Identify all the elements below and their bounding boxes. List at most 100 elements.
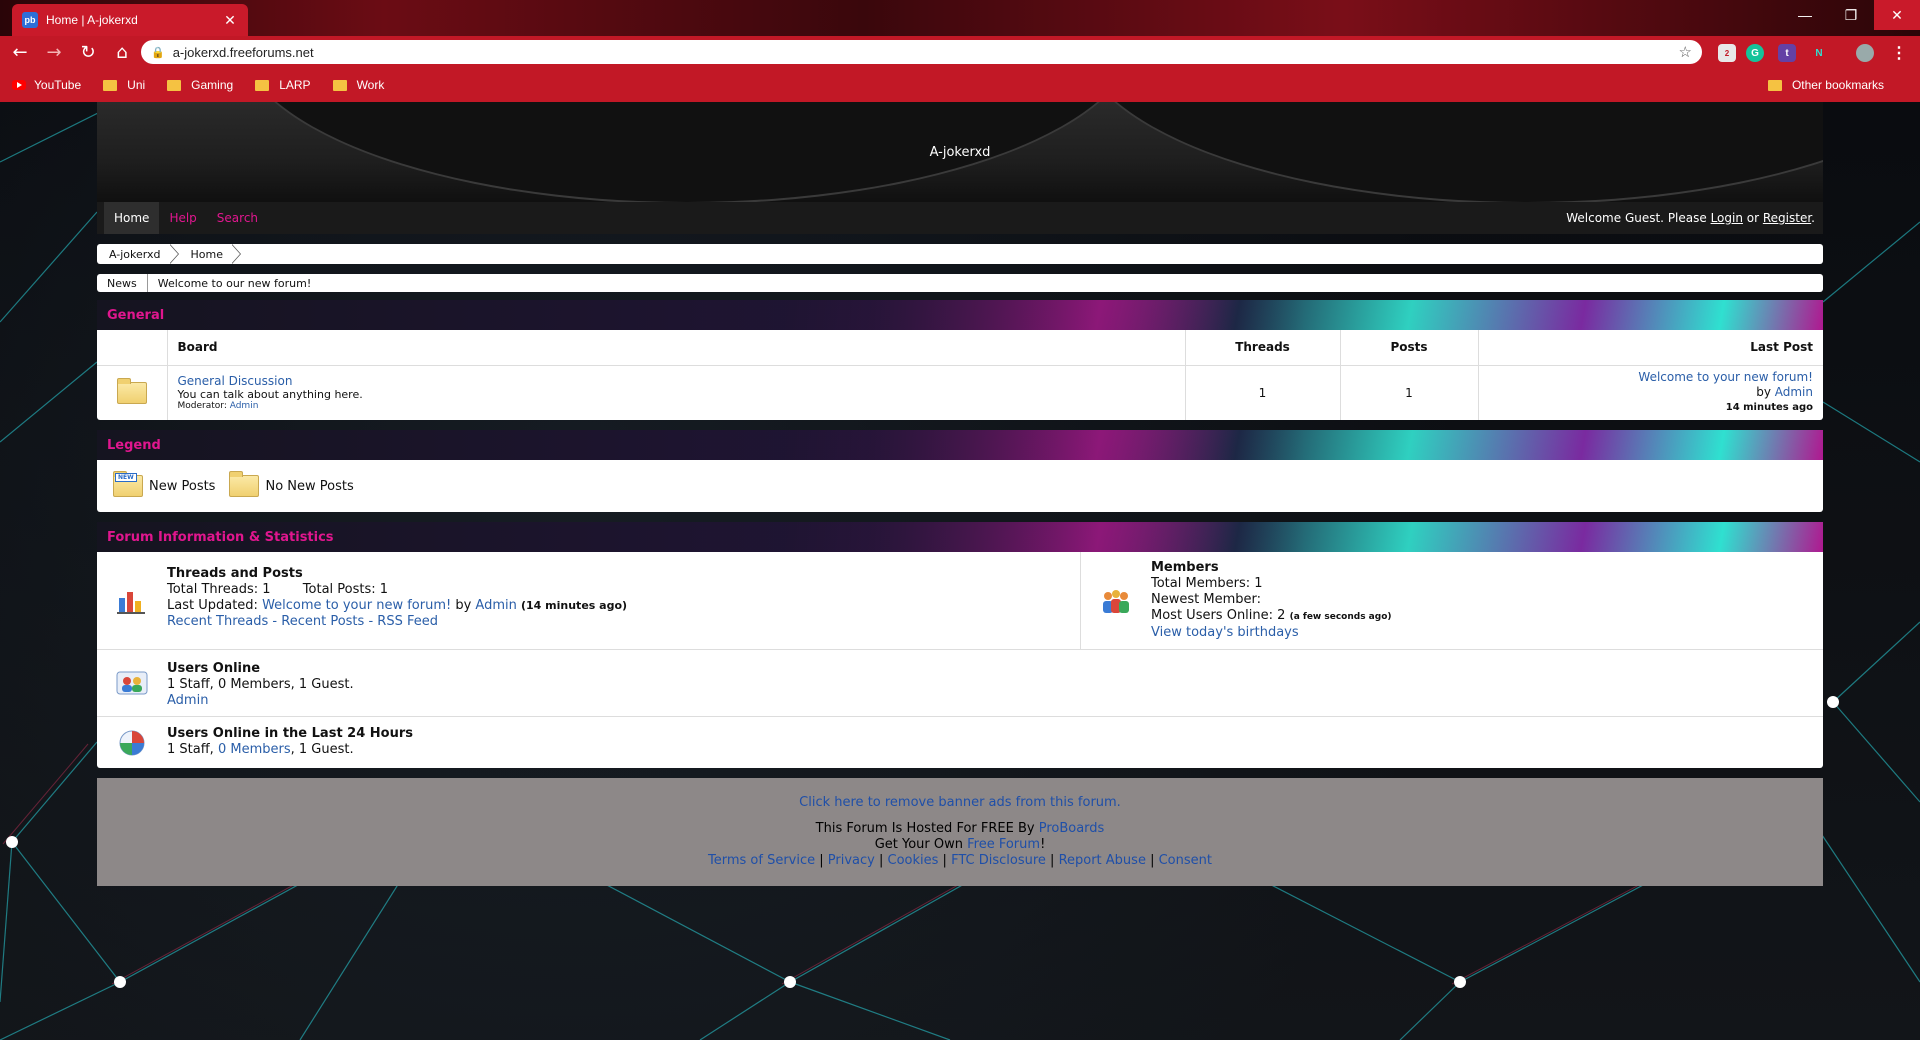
- grammarly-icon[interactable]: G: [1746, 44, 1764, 62]
- lock-icon: 🔒: [151, 46, 165, 59]
- last-updated-line: Last Updated: Welcome to your new forum!…: [167, 598, 627, 614]
- recent-threads-link[interactable]: Recent Threads: [167, 614, 268, 629]
- total-posts-value: 1: [379, 582, 389, 597]
- rss-feed-link[interactable]: RSS Feed: [377, 614, 438, 629]
- profile-avatar-icon[interactable]: [1856, 44, 1874, 62]
- welcome-suffix: .: [1811, 211, 1815, 225]
- welcome-text: Welcome Guest. Please: [1566, 211, 1711, 225]
- menu-kebab-icon[interactable]: ⋮: [1890, 44, 1908, 62]
- bookmark-label: Other bookmarks: [1791, 78, 1884, 92]
- forum-banner: A-jokerxd: [97, 102, 1823, 202]
- total-members-line: Total Members: 1: [1151, 576, 1392, 592]
- report-abuse-link[interactable]: Report Abuse: [1059, 853, 1146, 868]
- window-close-icon[interactable]: ✕: [1874, 0, 1920, 30]
- last-post-user-link[interactable]: Admin: [1775, 385, 1813, 399]
- home-icon[interactable]: ⌂: [108, 38, 136, 66]
- extension-icon[interactable]: 2: [1718, 44, 1736, 62]
- welcome-message: Welcome Guest. Please Login or Register.: [1566, 211, 1823, 225]
- last-updated-user-link[interactable]: Admin: [475, 598, 516, 613]
- own-forum-line: Get Your Own Free Forum!: [875, 837, 1046, 853]
- moderator-link[interactable]: Admin: [230, 401, 259, 411]
- board-posts-count: 1: [1340, 365, 1479, 420]
- board-icon-cell: [97, 365, 168, 420]
- bookmark-folder-uni[interactable]: Uni: [103, 78, 145, 92]
- icon-column-header: [97, 330, 168, 366]
- browser-toolbar: ← → ↻ ⌂ 🔒 a-jokerxd.freeforums.net ☆ 2 G…: [0, 36, 1920, 68]
- new-posts-folder-icon: NEW: [113, 471, 143, 497]
- page-viewport[interactable]: A-jokerxd Home Help Search Welcome Guest…: [0, 102, 1920, 1040]
- nav-search[interactable]: Search: [207, 202, 268, 234]
- column-header-posts: Posts: [1340, 330, 1479, 366]
- bookmark-star-icon[interactable]: ☆: [1679, 43, 1692, 61]
- last-post-link[interactable]: Welcome to your new forum!: [1638, 370, 1813, 384]
- users-24h-summary: 1 Staff, 0 Members, 1 Guest.: [167, 742, 413, 758]
- bookmark-folder-larp[interactable]: LARP: [255, 78, 311, 92]
- minimize-icon[interactable]: —: [1782, 0, 1828, 30]
- folder-icon: [332, 79, 347, 91]
- link-separator: -: [364, 614, 378, 629]
- terms-link[interactable]: Terms of Service: [708, 853, 815, 868]
- bookmark-folder-work[interactable]: Work: [332, 78, 384, 92]
- restore-icon[interactable]: ❐: [1828, 0, 1874, 30]
- members-heading: Members: [1151, 560, 1219, 575]
- stats-row-users-24h: Users Online in the Last 24 Hours 1 Staf…: [97, 717, 1823, 768]
- online-user-admin-link[interactable]: Admin: [167, 693, 208, 708]
- nav-help[interactable]: Help: [159, 202, 206, 234]
- url-text[interactable]: a-jokerxd.freeforums.net: [173, 45, 1679, 60]
- legend-new-posts: NEW New Posts: [113, 471, 215, 497]
- bookmark-label: Uni: [127, 78, 146, 92]
- nav-home[interactable]: Home: [104, 202, 160, 234]
- users-24h-members-link[interactable]: 0 Members: [218, 742, 291, 757]
- bookmark-youtube[interactable]: YouTube: [12, 78, 81, 92]
- ftc-disclosure-link[interactable]: FTC Disclosure: [951, 853, 1046, 868]
- members-group-icon: [1081, 552, 1151, 649]
- remove-ads-link[interactable]: Click here to remove banner ads from thi…: [799, 795, 1121, 810]
- birthdays-link[interactable]: View today's birthdays: [1151, 625, 1299, 640]
- address-bar[interactable]: 🔒 a-jokerxd.freeforums.net ☆: [141, 40, 1702, 64]
- banner-decoration: [1077, 102, 1823, 202]
- free-forum-link[interactable]: Free Forum: [967, 837, 1040, 852]
- users-online-summary: 1 Staff, 0 Members, 1 Guest.: [167, 677, 354, 692]
- users-24h-guests: , 1 Guest.: [290, 742, 354, 757]
- forward-icon[interactable]: →: [40, 38, 68, 66]
- reload-icon[interactable]: ↻: [74, 38, 102, 66]
- login-link[interactable]: Login: [1711, 211, 1743, 225]
- breadcrumb-site[interactable]: A-jokerxd: [97, 244, 179, 264]
- total-members-value: 1: [1254, 576, 1263, 591]
- news-bar: News Welcome to our new forum!: [97, 274, 1823, 292]
- column-header-last-post: Last Post: [1478, 330, 1823, 366]
- bookmark-label: Gaming: [191, 78, 234, 92]
- twitch-icon[interactable]: t: [1778, 44, 1796, 62]
- most-online-label: Most Users Online:: [1151, 608, 1278, 623]
- threads-posts-info: Threads and Posts Total Threads: 1 Total…: [167, 552, 627, 649]
- site-title[interactable]: A-jokerxd: [930, 145, 991, 160]
- boards-header-row: Board Threads Posts Last Post: [97, 330, 1823, 366]
- proboards-link[interactable]: ProBoards: [1039, 821, 1105, 836]
- board-link[interactable]: General Discussion: [178, 374, 293, 388]
- other-bookmarks[interactable]: Other bookmarks: [1767, 68, 1884, 102]
- board-last-post-cell: Welcome to your new forum! by Admin 14 m…: [1478, 365, 1823, 420]
- threads-posts-heading: Threads and Posts: [167, 566, 303, 581]
- folder-icon: [255, 79, 270, 91]
- stats-chart-icon: [97, 552, 167, 649]
- tab-title: Home | A-jokerxd: [46, 13, 138, 27]
- board-threads-count: 1: [1185, 365, 1341, 420]
- browser-tab[interactable]: pb Home | A-jokerxd ✕: [12, 4, 248, 36]
- recent-posts-link[interactable]: Recent Posts: [281, 614, 364, 629]
- footer-sep: |: [1145, 853, 1159, 868]
- breadcrumb-home[interactable]: Home: [179, 244, 242, 264]
- last-updated-thread-link[interactable]: Welcome to your new forum!: [262, 598, 451, 613]
- cookies-link[interactable]: Cookies: [888, 853, 939, 868]
- privacy-link[interactable]: Privacy: [828, 853, 875, 868]
- own-forum-suffix: !: [1040, 837, 1046, 852]
- news-text: Welcome to our new forum!: [157, 276, 312, 290]
- news-label: News: [97, 274, 148, 292]
- stats-title: Forum Information & Statistics: [107, 529, 334, 545]
- n-extension-icon[interactable]: N: [1810, 44, 1828, 62]
- bookmark-folder-gaming[interactable]: Gaming: [167, 78, 233, 92]
- category-title[interactable]: General: [107, 308, 164, 323]
- consent-link[interactable]: Consent: [1159, 853, 1212, 868]
- register-link[interactable]: Register: [1763, 211, 1811, 225]
- back-icon[interactable]: ←: [6, 38, 34, 66]
- tab-close-icon[interactable]: ✕: [222, 12, 238, 29]
